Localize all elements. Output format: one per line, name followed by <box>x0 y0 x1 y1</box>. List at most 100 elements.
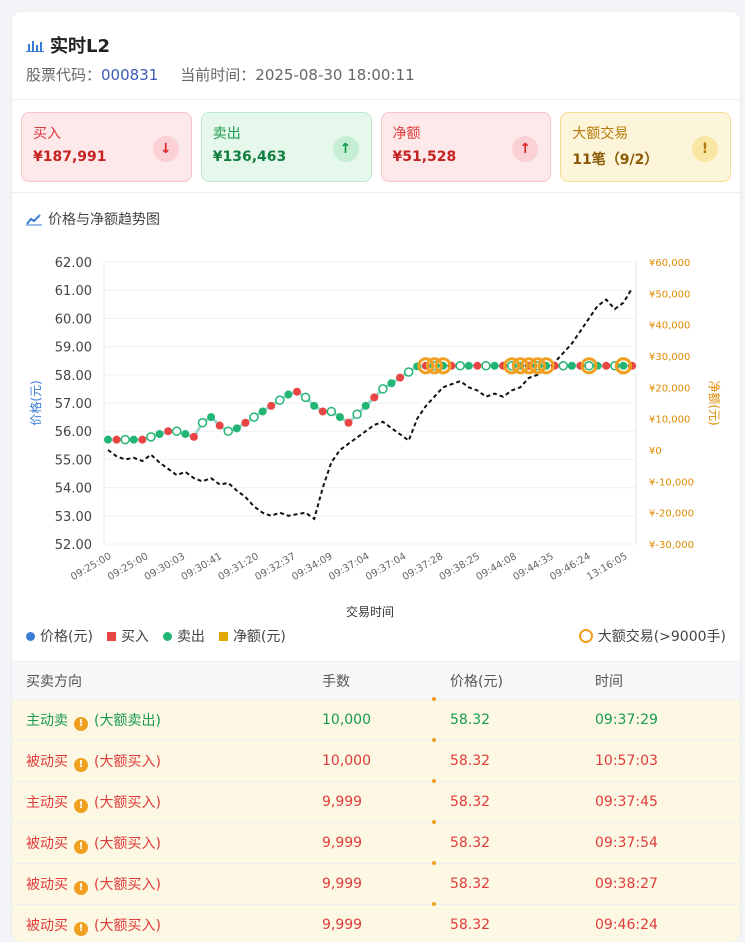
y-tick-left: 56.00 <box>55 425 92 440</box>
price-point <box>345 419 353 427</box>
price-point <box>198 419 206 427</box>
trend-chart[interactable]: 62.0061.0060.0059.0058.0057.0056.0055.00… <box>12 237 740 622</box>
header-meta: 股票代码：000831当前时间：2025-08-30 18:00:11 <box>26 64 415 85</box>
price-point <box>353 410 361 418</box>
price-point <box>370 393 378 401</box>
page-title: 实时L2 <box>50 32 110 58</box>
direction-cell: 被动买!(大额买入) <box>12 864 322 905</box>
chart-title-text: 价格与净额趋势图 <box>48 209 160 229</box>
legend-net[interactable]: 净额(元) <box>219 626 286 646</box>
legend-label: 大额交易(>9000手) <box>598 626 726 646</box>
y-tick-right: ¥-30,000 <box>649 540 694 551</box>
price-point <box>379 385 387 393</box>
price-point <box>156 430 164 438</box>
price-point <box>473 362 481 370</box>
stat-big-trades: 大额交易 11笔（9/2） ! <box>560 112 731 182</box>
price-point <box>113 436 121 444</box>
price-point <box>585 362 593 370</box>
big-trade-tag: (大额买入) <box>94 836 161 852</box>
y-tick-right: ¥40,000 <box>649 321 690 332</box>
y-tick-right: ¥50,000 <box>649 289 690 300</box>
lots-cell: 9,999 <box>322 782 450 823</box>
x-tick: 09:31:20 <box>217 551 261 583</box>
y-tick-left: 55.00 <box>55 453 92 468</box>
y-tick-left: 62.00 <box>55 256 92 271</box>
table-row[interactable]: 被动买!(大额买入)9,99958.3209:37:54 <box>12 823 740 864</box>
y-tick-right: ¥0 <box>649 446 662 457</box>
direction-cell: 被动买! (大额买入) <box>12 823 322 864</box>
price-point <box>293 388 301 396</box>
price-point <box>302 393 310 401</box>
col-direction[interactable]: 买卖方向 <box>12 662 322 700</box>
y-tick-right: ¥-10,000 <box>649 477 694 488</box>
price-point <box>491 362 499 370</box>
table-row[interactable]: 被动买!(大额买入)9,99958.3209:38:27 <box>12 864 740 905</box>
divider <box>12 192 740 193</box>
col-lots[interactable]: 手数 <box>322 662 450 700</box>
lots-cell: 10,000 <box>322 700 450 741</box>
l2-panel: 实时L2 股票代码：000831当前时间：2025-08-30 18:00:11… <box>12 12 740 942</box>
direction-text: 被动买 <box>26 836 68 852</box>
direction-cell: 主动买!(大额买入) <box>12 782 322 823</box>
code-label: 股票代码： <box>26 66 101 84</box>
direction-cell: 主动卖!(大额卖出) <box>12 700 322 741</box>
price-point <box>276 396 284 404</box>
big-trade-tag: (大额买入) <box>94 754 161 770</box>
y-tick-right: ¥20,000 <box>649 383 690 394</box>
y-tick-left: 52.00 <box>55 538 92 553</box>
warning-icon: ! <box>74 799 88 813</box>
x-tick: 09:37:04 <box>364 551 408 583</box>
legend-big-trade[interactable]: 大额交易(>9000手) <box>579 626 726 646</box>
legend-label: 价格(元) <box>40 626 93 646</box>
price-point <box>138 436 146 444</box>
lots-cell: 10,000 <box>322 741 450 782</box>
price-point <box>602 362 610 370</box>
table-row[interactable]: 被动买!(大额买入)9,99958.3209:46:24 <box>12 905 740 942</box>
price-point <box>104 436 112 444</box>
price-point <box>241 419 249 427</box>
chart-title: 价格与净额趋势图 <box>26 209 160 229</box>
lots-cell: 9,999 <box>322 864 450 905</box>
price-point <box>181 430 189 438</box>
direction-cell: 被动买!(大额买入) <box>12 741 322 782</box>
table-row[interactable]: 被动买!(大额买入)10,00058.3210:57:03 <box>12 741 740 782</box>
price-point <box>568 362 576 370</box>
col-price[interactable]: 价格(元) <box>450 662 595 700</box>
price-text: 58.32 <box>450 835 490 851</box>
price-point <box>319 407 327 415</box>
price-text: 58.32 <box>450 876 490 892</box>
panel-header: 实时L2 股票代码：000831当前时间：2025-08-30 18:00:11 <box>12 12 740 100</box>
price-point <box>224 427 232 435</box>
y-axis-label-left: 价格(元) <box>28 380 43 425</box>
warning-icon: ! <box>74 758 88 772</box>
legend-sell[interactable]: 卖出 <box>163 626 205 646</box>
price-point <box>396 374 404 382</box>
time-cell: 09:37:45 <box>595 782 740 823</box>
table-row[interactable]: 主动买!(大额买入)9,99958.3209:37:45 <box>12 782 740 823</box>
price-point <box>482 362 490 370</box>
price-cell: 58.32 <box>450 741 595 782</box>
current-time: 2025-08-30 18:00:11 <box>255 66 414 84</box>
price-point <box>405 368 413 376</box>
y-tick-right: ¥30,000 <box>649 352 690 363</box>
price-point <box>456 362 464 370</box>
trades-table: 买卖方向 手数 价格(元) 时间 主动卖!(大额卖出)10,00058.3209… <box>12 661 740 942</box>
line-chart-icon <box>26 212 42 226</box>
price-cell: 58.32 <box>450 823 595 864</box>
x-tick: 09:37:28 <box>401 551 445 583</box>
warning-icon: ! <box>74 840 88 854</box>
big-trade-tag: (大额卖出) <box>94 713 161 729</box>
warning-icon: ! <box>74 881 88 895</box>
col-time[interactable]: 时间 <box>595 662 740 700</box>
warning-icon: ! <box>74 717 88 731</box>
price-cell: 58.32 <box>450 782 595 823</box>
price-point <box>619 362 627 370</box>
legend-buy[interactable]: 买入 <box>107 626 149 646</box>
legend-label: 净额(元) <box>233 626 286 646</box>
legend-price[interactable]: 价格(元) <box>26 626 93 646</box>
table-row[interactable]: 主动卖!(大额卖出)10,00058.3209:37:29 <box>12 700 740 741</box>
ring-icon <box>579 629 593 643</box>
direction-cell: 被动买!(大额买入) <box>12 905 322 942</box>
x-tick: 09:30:41 <box>180 551 224 583</box>
x-tick: 13:16:05 <box>585 551 629 583</box>
